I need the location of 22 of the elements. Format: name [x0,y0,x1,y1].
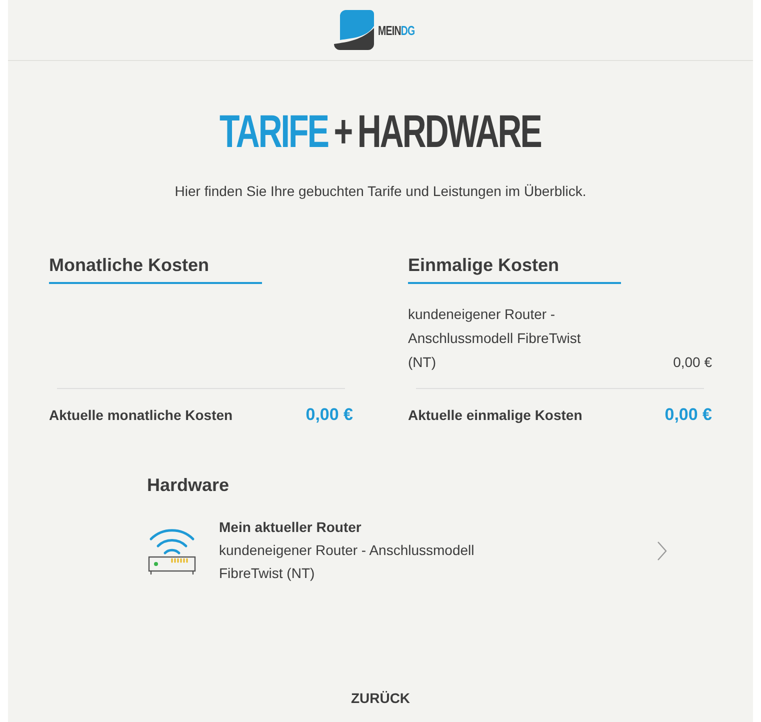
section-heading: Hardware [147,475,230,496]
logo-word: MEIN [378,22,401,38]
total-label: Aktuelle monatliche Kosten [49,407,233,423]
total-amount: 0,00 € [664,405,712,425]
cost-item-name: kundeneigener Router - Anschlussmodell FibreTwist (NT) [408,305,582,372]
back-button[interactable]: ZURÜCK [350,690,410,706]
total-label: Aktuelle einmalige Kosten [408,407,582,423]
hardware-title: Mein aktueller Router [219,518,362,537]
hardware-description: kundeneigener Router - Anschlussmodell FibreTwist (NT) [219,541,476,583]
intro-text: Hier finden Sie Ihre gebuchten Tarife und Leistungen im Überblick. [174,183,586,199]
title-word: TARIFE [220,104,328,158]
chevron-right-icon [657,540,667,560]
total-amount: 0,00 € [306,405,353,425]
section-heading: Einmalige Kosten [408,255,621,284]
section-heading: Monatliche Kosten [49,255,262,284]
router-icon [147,526,197,574]
title-word: + [334,104,352,158]
cost-item-price: 0,00 € [673,353,712,372]
title-word: HARDWARE [358,104,542,158]
logo-word: DG [400,22,415,38]
hardware-item[interactable]: Mein aktueller Router kundeneigener Router - Anschlussmodell FibreTwist (NT) [147,516,667,585]
logo-icon [334,10,374,50]
